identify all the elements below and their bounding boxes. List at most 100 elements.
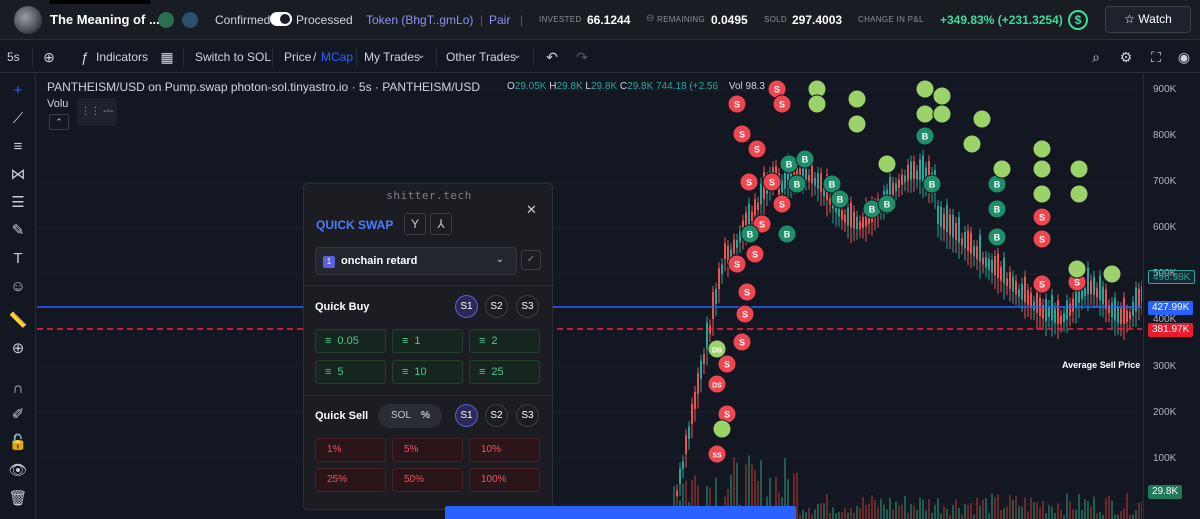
text-icon[interactable]: T <box>7 248 29 270</box>
redo-icon[interactable]: ↷ <box>573 48 591 66</box>
buy-slot-s2[interactable]: S2 <box>485 295 508 318</box>
sell-percent-button[interactable]: 50% <box>392 468 463 492</box>
buy-amount-button[interactable]: ≡ 5 <box>315 360 386 384</box>
volume-bar <box>895 501 897 519</box>
compare-icon[interactable]: ⊕ <box>40 48 58 66</box>
ruler-icon[interactable]: 📏 <box>7 310 29 332</box>
interval-selector[interactable]: 5s <box>7 50 20 64</box>
trash-icon[interactable]: 🗑 <box>7 488 29 510</box>
candle-body <box>1018 289 1020 297</box>
candlestick-plot[interactable]: SSSSSS SSSSSSSSSDSSSSB BB BBB BBB BBBB BDBSSSS <box>37 74 1142 519</box>
volume-bar <box>952 505 954 519</box>
split-route-icon[interactable]: Y <box>404 213 426 235</box>
candle-body <box>691 403 693 424</box>
draw-lock-icon[interactable]: ✐ <box>7 404 29 426</box>
volume-bar <box>1027 511 1029 519</box>
sell-percent-button[interactable]: 100% <box>469 468 540 492</box>
zoom-in-icon[interactable]: ⊕ <box>7 338 29 360</box>
snapshot-icon[interactable]: ◉ <box>1175 48 1193 66</box>
my-trades-dropdown[interactable]: My Trades <box>364 50 420 64</box>
candle-body <box>679 468 681 484</box>
volume-bar <box>889 497 891 519</box>
volume-bar <box>802 509 804 519</box>
fullscreen-icon[interactable]: ⛶ <box>1147 48 1165 66</box>
candle-body <box>694 392 696 409</box>
magnet-icon[interactable]: ∩ <box>7 378 29 400</box>
sell-unit-toggle[interactable]: SOL % <box>378 404 442 428</box>
indicators-icon[interactable]: ƒ <box>76 48 94 66</box>
candle-body <box>1105 289 1107 309</box>
layouts-icon[interactable]: ▦ <box>158 48 176 66</box>
horizontal-lines-icon[interactable]: ≡ <box>7 136 29 158</box>
lock-icon[interactable]: 🔓 <box>7 432 29 454</box>
zoom-search-icon[interactable]: ⌕ <box>1087 48 1105 66</box>
undo-icon[interactable]: ↶ <box>543 48 561 66</box>
buy-amount-button[interactable]: ≡ 10 <box>392 360 463 384</box>
sell-unit-sol[interactable]: SOL <box>391 410 411 421</box>
price-chart[interactable]: S S S S S S S S S S S S S S S DS S SS B B B B B B B B B B B B B B DB S S S S… <box>37 74 1142 519</box>
mcap-mode-button[interactable]: MCap <box>321 50 353 64</box>
candle-body <box>721 264 723 274</box>
price-axis[interactable]: 900K 800K 700K 600K 500K 400K 300K 200K … <box>1143 74 1200 519</box>
switch-to-sol-button[interactable]: Switch to SOL <box>195 50 271 64</box>
pair-link[interactable]: Pair <box>489 13 510 27</box>
sell-slot-s1[interactable]: S1 <box>455 404 478 427</box>
close-icon[interactable]: ✕ <box>526 202 537 218</box>
fib-icon[interactable]: ☰ <box>7 192 29 214</box>
trade-marker-label: B <box>802 155 809 165</box>
volume-bar <box>1033 502 1035 519</box>
pattern-icon[interactable]: ⋈ <box>7 164 29 186</box>
eye-icon[interactable]: 👁 <box>7 460 29 482</box>
trade-marker-label: S <box>769 178 775 188</box>
trade-marker-label: DS <box>712 383 722 390</box>
confirmed-processed-toggle[interactable] <box>270 12 292 26</box>
volume-bar <box>853 512 855 519</box>
wallet-select[interactable]: 1 onchain retard ⌄ <box>315 247 517 275</box>
trade-marker-label: S <box>779 200 785 210</box>
candle-body <box>985 257 987 268</box>
sell-percent-button[interactable]: 5% <box>392 438 463 462</box>
candle-body <box>973 245 975 257</box>
divider <box>356 48 357 66</box>
mode-separator: / <box>313 50 317 64</box>
buy-slot-s1[interactable]: S1 <box>455 295 478 318</box>
indicators-button[interactable]: Indicators <box>96 50 148 64</box>
buy-amount-button[interactable]: ≡ 0.05 <box>315 329 386 353</box>
buy-amount-button[interactable]: ≡ 2 <box>469 329 540 353</box>
notification-toast[interactable] <box>445 506 796 519</box>
price-mode-button[interactable]: Price <box>284 50 311 64</box>
candle-body <box>982 257 984 265</box>
trend-line-icon[interactable]: ⟋ <box>7 108 29 130</box>
sell-percent-button[interactable]: 25% <box>315 468 386 492</box>
watch-button[interactable]: ☆ Watch <box>1105 6 1191 33</box>
confirm-check-icon[interactable]: ✓ <box>521 250 541 270</box>
currency-toggle-icon[interactable]: $ <box>1068 10 1088 30</box>
sell-unit-percent[interactable]: % <box>421 410 430 421</box>
token-address-link[interactable]: Token (BhgT..gmLo) <box>366 13 473 27</box>
emoji-icon[interactable]: ☺ <box>7 276 29 298</box>
volume-bar <box>844 507 846 519</box>
settings-icon[interactable]: ⚙ <box>1117 48 1135 66</box>
buy-amount-button[interactable]: ≡ 1 <box>392 329 463 353</box>
candle-body <box>805 167 807 180</box>
candle-body <box>919 159 921 181</box>
trade-marker-label: S <box>1039 280 1045 290</box>
brush-icon[interactable]: ✎ <box>7 220 29 242</box>
collapse-legend-icon[interactable]: ⌃ <box>49 114 69 130</box>
sell-percent-button[interactable]: 1% <box>315 438 386 462</box>
merge-route-icon[interactable]: ⅄ <box>430 213 452 235</box>
volume-bar <box>973 514 975 519</box>
indicator-settings-handle[interactable]: ⋮⋮ -◦- <box>77 98 117 126</box>
candle-body <box>1096 288 1098 298</box>
candle-body <box>997 253 999 278</box>
sell-slot-s3[interactable]: S3 <box>516 404 539 427</box>
crosshair-icon[interactable]: + <box>7 80 29 102</box>
other-trades-dropdown[interactable]: Other Trades <box>446 50 516 64</box>
sell-slot-s2[interactable]: S2 <box>485 404 508 427</box>
buy-slot-s3[interactable]: S3 <box>516 295 539 318</box>
volume-bar <box>979 505 981 519</box>
candle-body <box>922 155 924 182</box>
sell-percent-button[interactable]: 10% <box>469 438 540 462</box>
candle-body <box>715 288 717 304</box>
buy-amount-button[interactable]: ≡ 25 <box>469 360 540 384</box>
